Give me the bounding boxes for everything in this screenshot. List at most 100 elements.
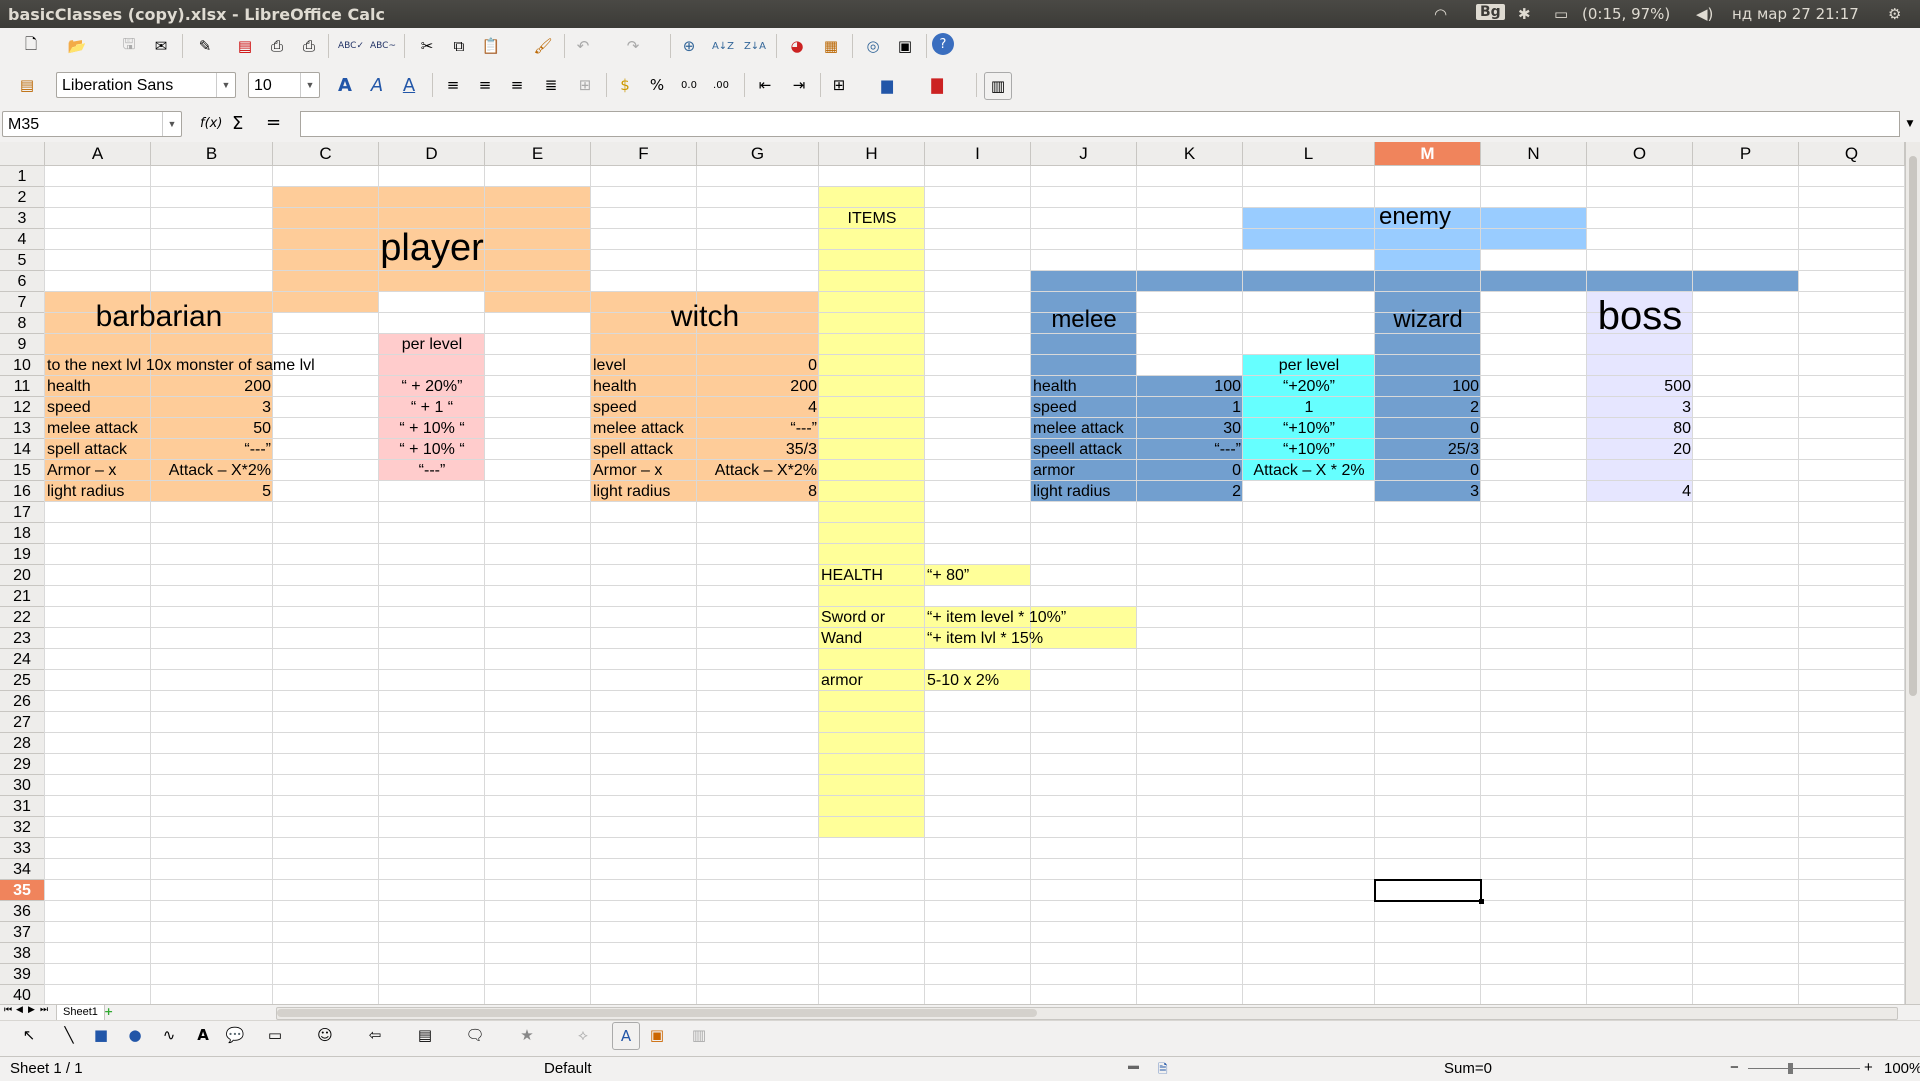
- column-header-f[interactable]: F: [591, 142, 697, 166]
- cell-i23[interactable]: “+ item lvl * 15%: [927, 628, 1135, 649]
- redo-icon[interactable]: ↷: [620, 33, 646, 59]
- row-header-37[interactable]: 37: [0, 922, 45, 943]
- percent-icon[interactable]: %: [644, 72, 670, 98]
- cell-k13[interactable]: 30: [1139, 418, 1241, 439]
- save-icon[interactable]: 🖫: [116, 33, 142, 59]
- cell-cursor[interactable]: [1374, 879, 1484, 904]
- insert-chart-icon[interactable]: ◕: [784, 33, 810, 59]
- zoom-in-icon[interactable]: +: [1864, 1059, 1873, 1076]
- cell-b13[interactable]: 50: [153, 418, 271, 439]
- gear-icon[interactable]: ⚙: [1888, 5, 1901, 23]
- align-left-icon[interactable]: ≡: [440, 72, 466, 98]
- first-sheet-icon[interactable]: ⏮: [4, 1005, 12, 1015]
- cell-h20[interactable]: HEALTH: [821, 565, 923, 586]
- rectangle-icon[interactable]: ■: [88, 1022, 114, 1048]
- column-header-p[interactable]: P: [1693, 142, 1799, 166]
- vertical-scroll-thumb[interactable]: [1909, 156, 1917, 696]
- cell-b11[interactable]: 200: [153, 376, 271, 397]
- bluetooth-icon[interactable]: ✱: [1518, 5, 1531, 23]
- name-box[interactable]: M35 ▼: [2, 111, 182, 137]
- cell-k11[interactable]: 100: [1139, 376, 1241, 397]
- row-header-38[interactable]: 38: [0, 943, 45, 964]
- print-icon[interactable]: ⎙: [264, 33, 290, 59]
- page-style[interactable]: Default: [544, 1060, 592, 1077]
- cell-a15[interactable]: Armor – x: [47, 460, 149, 481]
- row-header-22[interactable]: 22: [0, 607, 45, 628]
- cell-f11[interactable]: health: [593, 376, 695, 397]
- cell-a11[interactable]: health: [47, 376, 149, 397]
- column-header-c[interactable]: C: [273, 142, 379, 166]
- row-header-25[interactable]: 25: [0, 670, 45, 691]
- cell-per-level[interactable]: per level: [381, 334, 483, 355]
- battery-icon[interactable]: ▭: [1554, 5, 1568, 23]
- row-header-1[interactable]: 1: [0, 166, 45, 187]
- borders-icon[interactable]: ⊞: [826, 72, 852, 98]
- row-header-6[interactable]: 6: [0, 271, 45, 292]
- column-header-d[interactable]: D: [379, 142, 485, 166]
- cell-o12[interactable]: 3: [1589, 397, 1691, 418]
- cell-i25[interactable]: 5-10 x 2%: [927, 670, 1029, 691]
- cell-f15[interactable]: Armor – x: [593, 460, 695, 481]
- cell-g13[interactable]: “---”: [699, 418, 817, 439]
- cell-o16[interactable]: 4: [1589, 481, 1691, 502]
- toolbar-options-icon[interactable]: ▥: [984, 72, 1012, 100]
- cell-a16[interactable]: light radius: [47, 481, 149, 502]
- row-header-28[interactable]: 28: [0, 733, 45, 754]
- cell-l12[interactable]: 1: [1245, 397, 1373, 418]
- horizontal-scroll-thumb[interactable]: [277, 1009, 1037, 1017]
- basic-shapes-icon[interactable]: ▭: [262, 1022, 288, 1048]
- chevron-down-icon[interactable]: ▼: [162, 112, 181, 136]
- column-header-k[interactable]: K: [1137, 142, 1243, 166]
- extrusion-icon[interactable]: ▥: [686, 1022, 712, 1048]
- image-icon[interactable]: ▣: [644, 1022, 670, 1048]
- symbol-shapes-icon[interactable]: ☺: [312, 1022, 338, 1048]
- sort-ascending-icon[interactable]: A↓Z: [710, 33, 736, 59]
- row-header-17[interactable]: 17: [0, 502, 45, 523]
- add-decimal-icon[interactable]: .00: [708, 72, 734, 98]
- cell-d12[interactable]: “ + 1 “: [381, 397, 483, 418]
- cell-l13[interactable]: “+10%”: [1245, 418, 1373, 439]
- row-header-2[interactable]: 2: [0, 187, 45, 208]
- cell-g15[interactable]: Attack – X*2%: [699, 460, 817, 481]
- cell-j13[interactable]: melee attack: [1033, 418, 1135, 439]
- column-header-a[interactable]: A: [45, 142, 151, 166]
- cell-b12[interactable]: 3: [153, 397, 271, 418]
- cell-o11[interactable]: 500: [1589, 376, 1691, 397]
- callout-icon[interactable]: 💬: [222, 1022, 248, 1048]
- row-header-14[interactable]: 14: [0, 439, 45, 460]
- wifi-icon[interactable]: ◠: [1434, 5, 1447, 23]
- row-header-9[interactable]: 9: [0, 334, 45, 355]
- cell-g16[interactable]: 8: [699, 481, 817, 502]
- sum-button[interactable]: Σ: [232, 113, 243, 134]
- row-header-39[interactable]: 39: [0, 964, 45, 985]
- cell-k12[interactable]: 1: [1139, 397, 1241, 418]
- align-right-icon[interactable]: ≡: [504, 72, 530, 98]
- spreadsheet-grid[interactable]: ABCDEFGHIJKLMNOPQ 1 2 3 4 5 6 7 8 9 10 11 12 13 14 15 1…: [0, 142, 1905, 1004]
- cell-m11[interactable]: 100: [1377, 376, 1479, 397]
- underline-icon[interactable]: A: [396, 72, 422, 98]
- row-header-26[interactable]: 26: [0, 691, 45, 712]
- last-sheet-icon[interactable]: ⏭: [40, 1005, 48, 1015]
- cell-melee[interactable]: melee: [1033, 305, 1135, 335]
- cell-player[interactable]: player: [275, 226, 589, 270]
- cell-barbarian[interactable]: barbarian: [47, 299, 271, 335]
- cell-h25[interactable]: armor: [821, 670, 923, 691]
- cell-l14[interactable]: “+10%”: [1245, 439, 1373, 460]
- cut-icon[interactable]: ✂: [414, 33, 440, 59]
- cell-b14[interactable]: “---”: [153, 439, 271, 460]
- cell-b16[interactable]: 5: [153, 481, 271, 502]
- cell-f16[interactable]: light radius: [593, 481, 695, 502]
- row-header-10[interactable]: 10: [0, 355, 45, 376]
- undo-icon[interactable]: ↶: [570, 33, 596, 59]
- new-document-icon[interactable]: 🗋: [18, 33, 44, 59]
- row-header-12[interactable]: 12: [0, 397, 45, 418]
- help-icon[interactable]: ?: [932, 33, 954, 55]
- cell-l11[interactable]: “+20%”: [1245, 376, 1373, 397]
- cell-h23[interactable]: Wand: [821, 628, 923, 649]
- cell-j16[interactable]: light radius: [1033, 481, 1135, 502]
- row-header-40[interactable]: 40: [0, 985, 45, 1004]
- column-header-i[interactable]: I: [925, 142, 1031, 166]
- export-pdf-icon[interactable]: ▤: [232, 33, 258, 59]
- row-header-16[interactable]: 16: [0, 481, 45, 502]
- cell-o14[interactable]: 20: [1589, 439, 1691, 460]
